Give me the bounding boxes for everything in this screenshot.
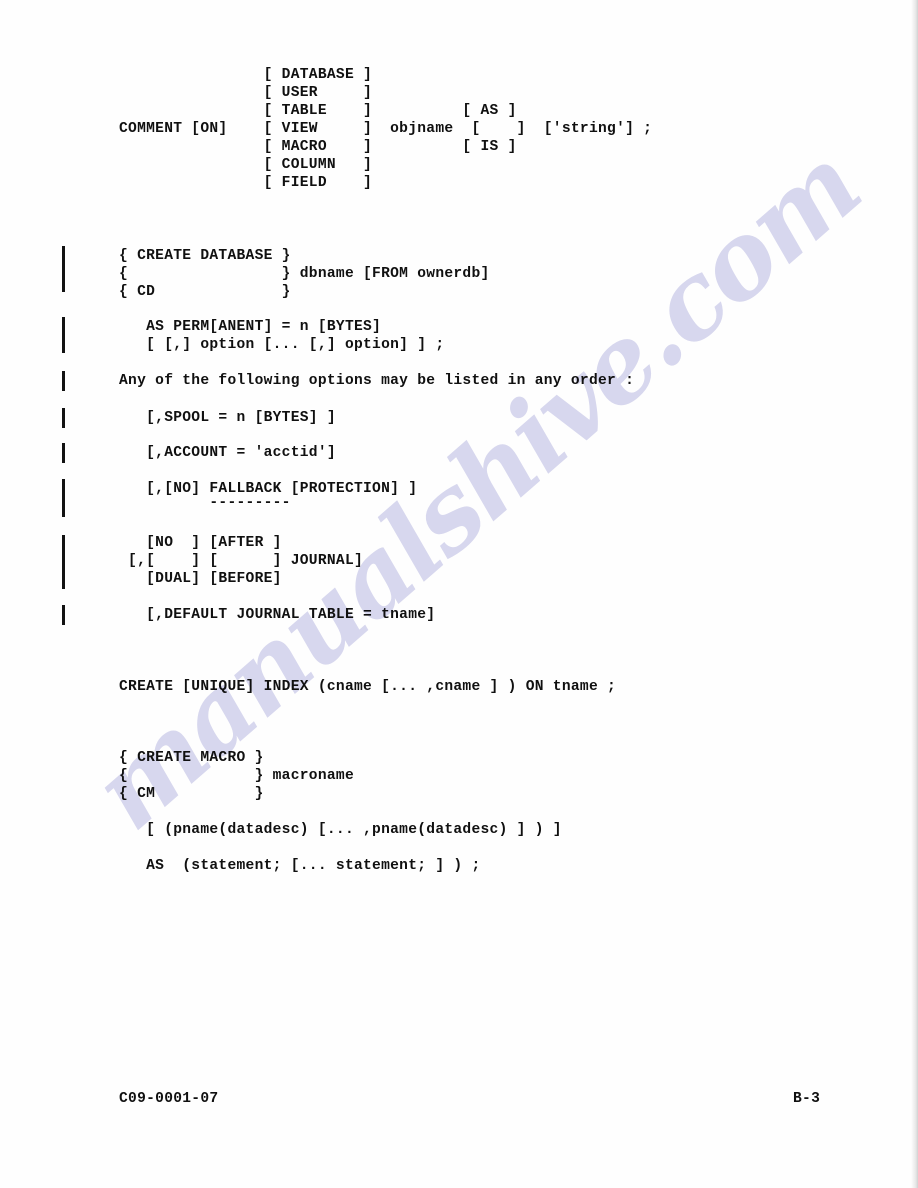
option-journal-line-1: [NO ] [AFTER ] [119, 535, 282, 551]
change-bar [62, 605, 65, 625]
create-database-option-clause: [ [,] option [... [,] option] ] ; [119, 337, 445, 353]
create-macro-brace-line-1: { CREATE MACRO } [119, 750, 264, 766]
change-bar [62, 535, 65, 589]
comment-option-user: [ USER ] [119, 85, 373, 101]
change-bar [62, 317, 65, 353]
fallback-default-underline: --------- [119, 495, 291, 511]
create-index-line: CREATE [UNIQUE] INDEX (cname [... ,cname… [119, 679, 617, 695]
comment-main-line: COMMENT [ON] [ VIEW ] objname [ ] ['stri… [119, 121, 653, 137]
change-bar [62, 408, 65, 428]
create-database-brace-line-1: { CREATE DATABASE } [119, 248, 291, 264]
create-macro-brace-line-2: { } macroname [119, 768, 354, 784]
comment-option-table: [ TABLE ] [ AS ] [119, 103, 517, 119]
create-macro-brace-line-3: { CM } [119, 786, 264, 802]
comment-option-column: [ COLUMN ] [119, 157, 373, 173]
option-account: [,ACCOUNT = 'acctid'] [119, 445, 336, 461]
change-bar [62, 443, 65, 463]
create-macro-parameter-line: [ (pname(datadesc) [... ,pname(datadesc)… [119, 822, 562, 838]
change-bar [62, 371, 65, 391]
scanned-manual-page: manualshive.com [ DATABASE ] [ USER ] [ … [0, 0, 918, 1188]
change-bar [62, 479, 65, 517]
comment-option-field: [ FIELD ] [119, 175, 373, 191]
option-spool: [,SPOOL = n [BYTES] ] [119, 410, 336, 426]
option-journal-line-3: [DUAL] [BEFORE] [119, 571, 282, 587]
footer-page-number: B-3 [793, 1091, 821, 1107]
option-journal-line-2: [,[ ] [ ] JOURNAL] [119, 553, 364, 569]
comment-option-macro: [ MACRO ] [ IS ] [119, 139, 517, 155]
options-intro-text: Any of the following options may be list… [119, 373, 635, 389]
create-database-brace-line-3: { CD } [119, 284, 291, 300]
option-default-journal-table: [,DEFAULT JOURNAL TABLE = tname] [119, 607, 436, 623]
create-database-as-perm-clause: AS PERM[ANENT] = n [BYTES] [119, 319, 382, 335]
scan-edge [911, 0, 918, 1188]
comment-option-database: [ DATABASE ] [119, 67, 373, 83]
create-macro-body-line: AS (statement; [... statement; ] ) ; [119, 858, 481, 874]
footer-document-number: C09-0001-07 [119, 1091, 219, 1107]
change-bar [62, 246, 65, 292]
create-database-brace-line-2: { } dbname [FROM ownerdb] [119, 266, 490, 282]
